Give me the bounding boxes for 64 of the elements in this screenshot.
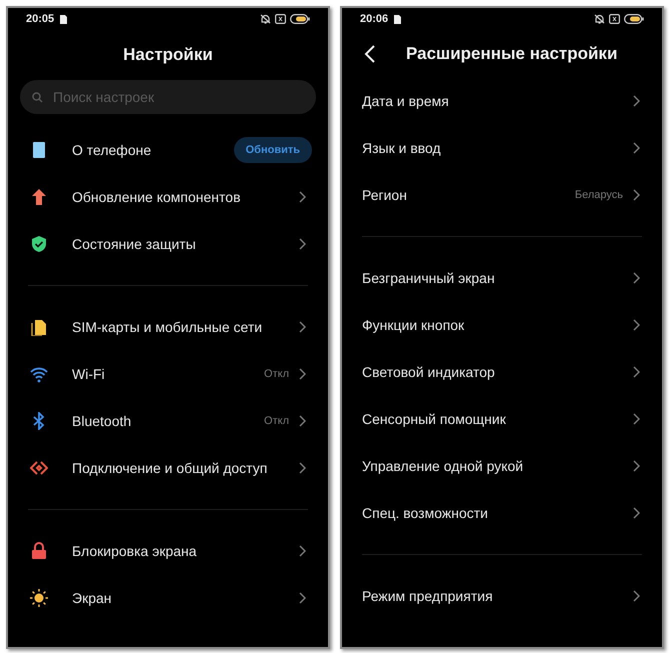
chevron-right-icon — [633, 272, 640, 284]
screen-title: Настройки — [123, 45, 213, 65]
chevron-right-icon — [299, 544, 306, 556]
status-time: 20:06 — [360, 13, 388, 25]
shield-icon — [30, 234, 48, 252]
lock-icon — [30, 542, 48, 560]
sim-card-icon — [60, 14, 68, 24]
chevron-right-icon — [299, 320, 306, 332]
item-value: Откл — [264, 368, 289, 380]
chevron-right-icon — [633, 506, 640, 518]
settings-item[interactable]: Спец. возможности — [342, 489, 662, 536]
chevron-right-icon — [299, 414, 306, 426]
chevron-right-icon — [633, 142, 640, 154]
status-time: 20:05 — [26, 13, 54, 25]
settings-item[interactable]: Дата и время — [342, 77, 662, 124]
settings-item[interactable]: О телефоне Обновить — [8, 126, 328, 173]
settings-item[interactable]: Bluetooth Откл — [8, 397, 328, 444]
settings-item[interactable]: Режим предприятия — [342, 572, 662, 619]
settings-item[interactable]: Регион Беларусь — [342, 171, 662, 218]
settings-item[interactable]: Экран — [8, 574, 328, 621]
settings-item[interactable]: Управление одной рукой — [342, 442, 662, 489]
chevron-right-icon — [633, 412, 640, 424]
settings-item[interactable]: Безграничный экран — [342, 254, 662, 301]
chevron-right-icon — [299, 238, 306, 250]
chevron-right-icon — [633, 318, 640, 330]
search-icon — [32, 92, 43, 103]
phone-icon — [30, 140, 48, 158]
sim-off-icon — [275, 14, 286, 24]
settings-item[interactable]: Блокировка экрана — [8, 527, 328, 574]
notifications-off-icon — [594, 14, 605, 24]
back-icon[interactable] — [364, 44, 376, 62]
chevron-right-icon — [633, 590, 640, 602]
arrow-up-icon — [30, 188, 48, 206]
item-value: Откл — [264, 414, 289, 426]
update-button[interactable]: Обновить — [234, 136, 312, 162]
settings-item[interactable]: Подключение и общий доступ — [8, 444, 328, 491]
chevron-right-icon — [633, 366, 640, 378]
sim-off-icon — [609, 14, 620, 24]
battery-icon — [290, 14, 310, 24]
sim-card-icon — [394, 14, 402, 24]
screen-title: Расширенные настройки — [406, 44, 618, 64]
chevron-right-icon — [633, 188, 640, 200]
wifi-icon — [30, 364, 48, 382]
settings-item[interactable]: SIM-карты и мобильные сети — [8, 303, 328, 350]
chevron-right-icon — [299, 368, 306, 380]
chevron-right-icon — [633, 460, 640, 472]
settings-item[interactable]: Сенсорный помощник — [342, 395, 662, 442]
settings-item[interactable]: Язык и ввод — [342, 124, 662, 171]
settings-item[interactable]: Состояние защиты — [8, 220, 328, 267]
chevron-right-icon — [299, 462, 306, 474]
settings-item[interactable]: Обновление компонентов — [8, 173, 328, 220]
sun-icon — [30, 588, 48, 606]
item-value: Беларусь — [574, 188, 623, 200]
settings-item[interactable]: Функции кнопок — [342, 301, 662, 348]
chevron-right-icon — [633, 94, 640, 106]
sim-card-icon — [30, 318, 48, 336]
settings-item[interactable]: Wi-Fi Откл — [8, 350, 328, 397]
settings-item[interactable]: Световой индикатор — [342, 348, 662, 395]
search-field[interactable]: Поиск настроек — [20, 80, 316, 114]
battery-icon — [624, 14, 644, 24]
notifications-off-icon — [260, 14, 271, 24]
share-icon — [30, 458, 48, 476]
chevron-right-icon — [299, 190, 306, 202]
chevron-right-icon — [299, 592, 306, 604]
